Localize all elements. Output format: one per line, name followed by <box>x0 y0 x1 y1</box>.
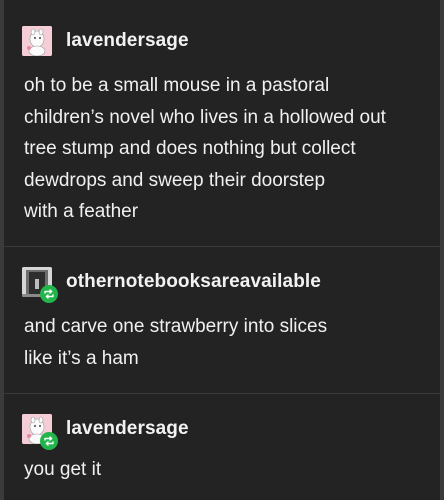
post-2-username[interactable]: othernotebooksareavailable <box>66 271 321 293</box>
post-3-text: you get it <box>24 454 426 486</box>
post-3: lavendersage you get it <box>4 394 440 500</box>
post-1-line-3: tree stump and does nothing but collect <box>24 138 356 159</box>
post-1-text: oh to be a small mouse in a pastoral chi… <box>24 70 426 228</box>
reblog-icon <box>40 285 58 303</box>
post-thread: lavendersage oh to be a small mouse in a… <box>0 0 444 500</box>
post-1-line-2: children’s novel who lives in a hollowed… <box>24 106 386 128</box>
post-1: lavendersage oh to be a small mouse in a… <box>4 0 440 246</box>
post-2: othernotebooksareavailable and carve one… <box>4 247 440 393</box>
post-2-line-1: and carve one strawberry into slices <box>24 316 328 337</box>
reblog-icon <box>40 432 58 450</box>
post-2-line-2: like it’s a ham <box>24 347 139 369</box>
post-3-line-1: you get it <box>24 459 102 480</box>
post-2-text: and carve one strawberry into slices lik… <box>24 311 426 374</box>
post-1-header: lavendersage <box>22 26 189 56</box>
post-1-username[interactable]: lavendersage <box>66 30 189 52</box>
post-3-username[interactable]: lavendersage <box>66 418 189 440</box>
post-1-line-4: dewdrops and sweep their doorstep <box>24 169 326 191</box>
post-1-line-1: oh to be a small mouse in a pastoral <box>24 75 330 96</box>
moomin-avatar-icon[interactable] <box>22 26 52 56</box>
post-1-line-5: with a feather <box>24 201 139 222</box>
post-2-header: othernotebooksareavailable <box>22 267 321 297</box>
